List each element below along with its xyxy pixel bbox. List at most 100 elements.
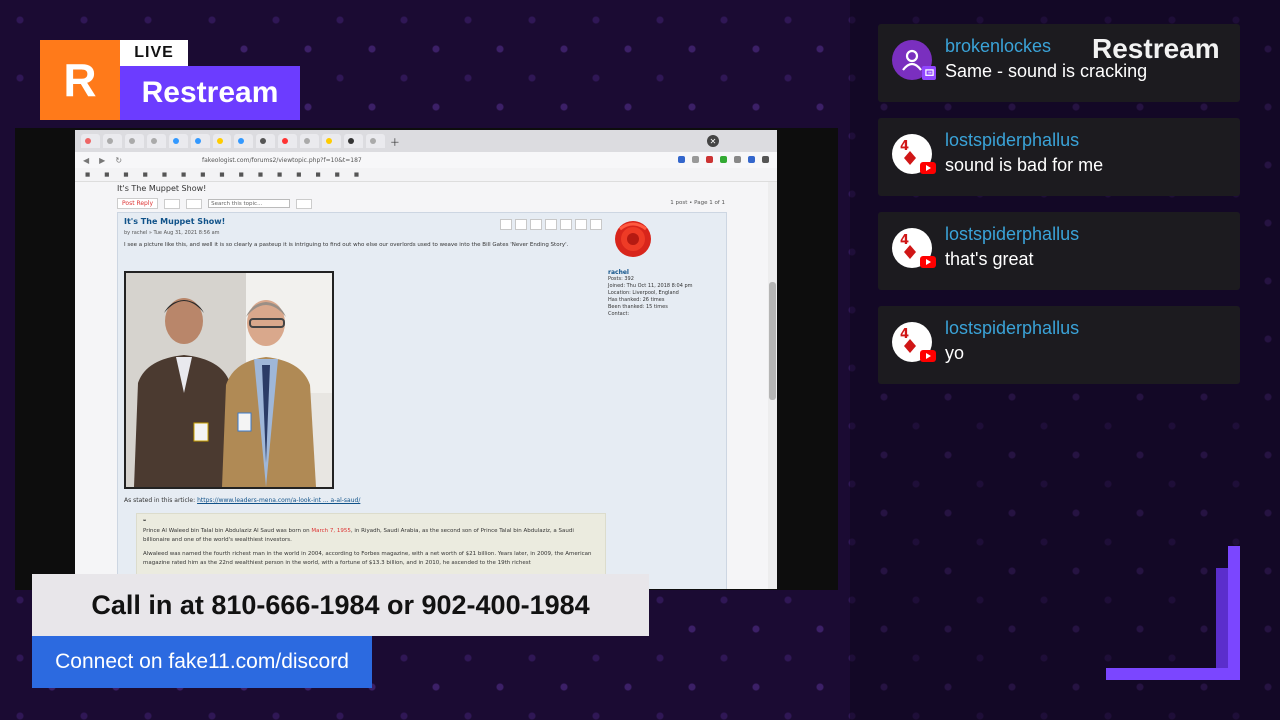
bookmark-item: ■ bbox=[257, 171, 264, 178]
bookmark-item: ■ bbox=[104, 171, 110, 178]
chat-message: 4 lostspiderphallus sound is bad for me bbox=[878, 118, 1240, 196]
youtube-icon bbox=[920, 162, 936, 174]
extension-icon bbox=[692, 156, 699, 163]
brand-label: Restream bbox=[141, 76, 279, 109]
extension-icons bbox=[678, 156, 769, 163]
twitch-icon bbox=[922, 66, 936, 80]
back-icon: ◀ bbox=[83, 155, 90, 165]
new-tab-icon: ＋ bbox=[389, 137, 400, 149]
author-has-thanked: Has thanked: 26 times bbox=[608, 297, 665, 303]
topic-toolbar: Post Reply Search this topic... bbox=[117, 198, 313, 209]
avatar: 4 bbox=[892, 228, 936, 268]
author-posts: Posts: 392 bbox=[608, 276, 634, 282]
chat-message: 4 lostspiderphallus that's great bbox=[878, 212, 1240, 290]
restream-live-badge: R LIVE Restream bbox=[40, 40, 300, 120]
tools-button bbox=[164, 198, 181, 209]
author-profile: rachel Posts: 392 Joined: Thu Oct 11, 20… bbox=[608, 217, 718, 318]
chat-username: brokenlockes bbox=[945, 36, 1052, 56]
extension-icon bbox=[762, 156, 769, 163]
info-icon bbox=[560, 219, 572, 230]
topic-heading: It's The Muppet Show! bbox=[117, 184, 207, 193]
chat-message: 4 lostspiderphallus yo bbox=[878, 306, 1240, 384]
bookmark-item: ■ bbox=[200, 171, 206, 178]
browser-tab bbox=[322, 134, 342, 148]
live-label: LIVE bbox=[134, 44, 174, 61]
restream-watermark: Restream bbox=[1092, 33, 1220, 64]
user-icon bbox=[902, 49, 922, 71]
browser-tab-active bbox=[365, 134, 385, 148]
browser-tab bbox=[124, 134, 144, 148]
bookmark-item: ■ bbox=[142, 171, 148, 178]
browser-tab bbox=[168, 134, 188, 148]
author-location: Location: Liverpool, England bbox=[608, 290, 679, 296]
post-body: I see a picture like this, and well it i… bbox=[124, 242, 569, 248]
quote-text-before: Prince Al Waleed bin Talal bin Abdulaziz… bbox=[143, 528, 312, 534]
quote-paragraph-1: Prince Al Waleed bin Talal bin Abdulaziz… bbox=[143, 527, 599, 545]
bookmark-item: ■ bbox=[161, 171, 168, 178]
bookmarks-bar: ■ ■ ■ ■ ■ ■ ■ ■ ■ ■ ■ ■ ■ ■ ■ bbox=[75, 168, 777, 182]
reload-icon: ↻ bbox=[115, 155, 123, 165]
chat-text: that's great bbox=[945, 249, 1034, 269]
topic-search-input: Search this topic... bbox=[208, 199, 291, 208]
post-photo bbox=[124, 271, 334, 489]
browser-tab bbox=[256, 134, 276, 148]
shared-browser-window: ＋ ✕ ◀ ▶ ↻ fakeologist.com/forums2/viewto… bbox=[75, 130, 777, 589]
bookmark-item: ■ bbox=[334, 171, 340, 178]
browser-tab bbox=[190, 134, 210, 148]
report-icon bbox=[530, 219, 542, 230]
browser-tab bbox=[278, 134, 298, 148]
delete-icon bbox=[515, 219, 527, 230]
close-icon: ✕ bbox=[707, 135, 719, 147]
edit-icon bbox=[500, 219, 512, 230]
browser-tab-bar: ＋ ✕ bbox=[75, 130, 777, 152]
rose-avatar-icon bbox=[615, 221, 651, 257]
post-title: It's The Muppet Show! bbox=[124, 217, 226, 226]
restream-logo: R bbox=[40, 40, 120, 120]
sort-button bbox=[186, 198, 203, 209]
browser-tab bbox=[212, 134, 232, 148]
chat-username: lostspiderphallus bbox=[945, 130, 1080, 150]
extension-icon bbox=[720, 156, 727, 163]
quote-icon bbox=[575, 219, 587, 230]
extension-icon bbox=[748, 156, 755, 163]
author-joined: Joined: Thu Oct 11, 2018 8:04 pm bbox=[608, 283, 693, 289]
brand-tag: Restream bbox=[120, 66, 300, 120]
warn-icon bbox=[545, 219, 557, 230]
chat-text: sound is bad for me bbox=[945, 155, 1104, 175]
pagination-info: 1 post • Page 1 of 1 bbox=[670, 200, 725, 206]
browser-tab bbox=[81, 134, 100, 148]
chat-username: lostspiderphallus bbox=[945, 318, 1080, 338]
youtube-icon bbox=[920, 350, 936, 362]
svg-text:4: 4 bbox=[900, 139, 909, 154]
browser-tab bbox=[234, 134, 254, 148]
chat-text: yo bbox=[945, 343, 965, 363]
extension-icon bbox=[678, 156, 685, 163]
bookmark-item: ■ bbox=[277, 171, 283, 178]
bookmark-item: ■ bbox=[219, 171, 225, 178]
avatar: 4 bbox=[892, 322, 936, 362]
discord-text: Connect on fake11.com/discord bbox=[55, 650, 349, 673]
call-in-banner: Call in at 810-666-1984 or 902-400-1984 bbox=[32, 574, 649, 636]
link-prefix: As stated in this article: bbox=[124, 497, 196, 504]
article-link-line: As stated in this article: https://www.l… bbox=[124, 497, 360, 504]
quote-mark-icon: ❝ bbox=[143, 519, 146, 525]
youtube-icon bbox=[920, 256, 936, 268]
post-meta: by rachel » Tue Aug 31, 2021 8:56 am bbox=[124, 230, 220, 236]
browser-url-bar: ◀ ▶ ↻ fakeologist.com/forums2/viewtopic.… bbox=[75, 152, 777, 168]
bookmark-item: ■ bbox=[123, 171, 129, 178]
corner-bracket-decoration bbox=[1106, 546, 1240, 680]
discord-banner: Connect on fake11.com/discord bbox=[32, 636, 372, 688]
page-scrollbar bbox=[768, 182, 777, 589]
forum-page: It's The Muppet Show! Post Reply Search … bbox=[75, 182, 777, 589]
bookmark-item: ■ bbox=[238, 171, 244, 178]
extension-icon bbox=[706, 156, 713, 163]
author-username: rachel bbox=[608, 269, 629, 276]
post-action-icons bbox=[500, 219, 602, 230]
browser-tab bbox=[344, 134, 363, 148]
article-link: https://www.leaders-mena.com/a-look-int … bbox=[197, 497, 361, 504]
svg-text:4: 4 bbox=[900, 233, 909, 248]
author-been-thanked: Been thanked: 15 times bbox=[608, 304, 668, 310]
bookmark-item: ■ bbox=[85, 171, 91, 178]
browser-tab bbox=[146, 134, 166, 148]
browser-tab bbox=[300, 134, 320, 148]
